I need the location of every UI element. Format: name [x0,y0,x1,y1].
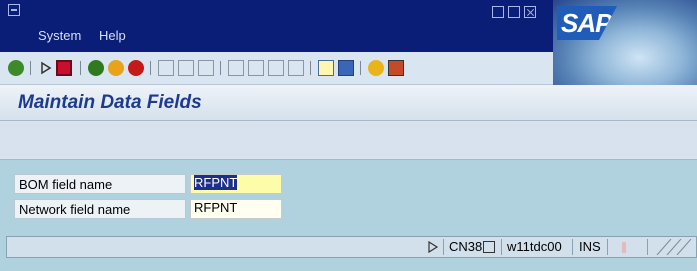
help-icon[interactable] [368,60,384,76]
sap-window: System Help SAP Maintain Data Fields BOM… [0,0,697,271]
first-page-icon[interactable] [228,60,244,76]
toolbar-separator [80,61,81,75]
bom-field-value: RFPNT [194,175,238,190]
back-icon[interactable] [88,60,104,76]
previous-page-icon[interactable] [248,60,264,76]
transaction-code: CN38 [449,239,483,254]
lock-icon [613,239,641,255]
status-divider [607,239,608,255]
status-bar: CN38 w11tdc00 INS [6,236,697,258]
shortcut-icon[interactable] [338,60,354,76]
window-controls [492,6,536,18]
menu-item-system[interactable]: System [38,28,81,43]
toolbar-separator [310,61,311,75]
page-title: Maintain Data Fields [18,92,202,113]
find-next-icon[interactable] [198,60,214,76]
application-toolbar [0,121,697,160]
toolbar-separator [360,61,361,75]
toolbar-separator [150,61,151,75]
menu-item-help[interactable]: Help [99,28,126,43]
input-mode[interactable]: INS [579,239,601,255]
exit-icon[interactable] [108,60,124,76]
save-icon[interactable] [56,60,72,76]
status-expand-icon[interactable] [427,239,439,255]
standard-toolbar [0,52,553,85]
minimize-icon[interactable] [492,6,504,18]
find-icon[interactable] [178,60,194,76]
cancel-icon[interactable] [128,60,144,76]
resize-grip-icon[interactable] [653,238,693,256]
layout-menu-icon[interactable] [388,60,404,76]
network-field-label: Network field name [14,199,186,219]
enter-icon[interactable] [8,60,24,76]
bom-field-label: BOM field name [14,174,186,194]
maximize-icon[interactable] [508,6,520,18]
print-icon[interactable] [158,60,174,76]
system-menu-icon[interactable] [8,4,20,16]
close-icon[interactable] [524,6,536,18]
server-name: w11tdc00 [507,239,562,254]
command-field-icon[interactable] [38,60,54,76]
status-divider [572,239,573,255]
toolbar-separator [30,61,31,75]
new-session-icon[interactable] [318,60,334,76]
toolbar-separator [220,61,221,75]
next-page-icon[interactable] [268,60,284,76]
network-field-value: RFPNT [194,200,238,215]
status-divider [443,239,444,255]
menu-bar: System Help [38,28,140,43]
bom-field-input[interactable]: RFPNT [190,174,282,194]
status-divider [647,239,648,255]
system-info-icon[interactable] [483,241,495,253]
network-field-input[interactable]: RFPNT [190,199,282,219]
title-area: Maintain Data Fields [0,85,697,121]
last-page-icon[interactable] [288,60,304,76]
status-divider [501,239,502,255]
